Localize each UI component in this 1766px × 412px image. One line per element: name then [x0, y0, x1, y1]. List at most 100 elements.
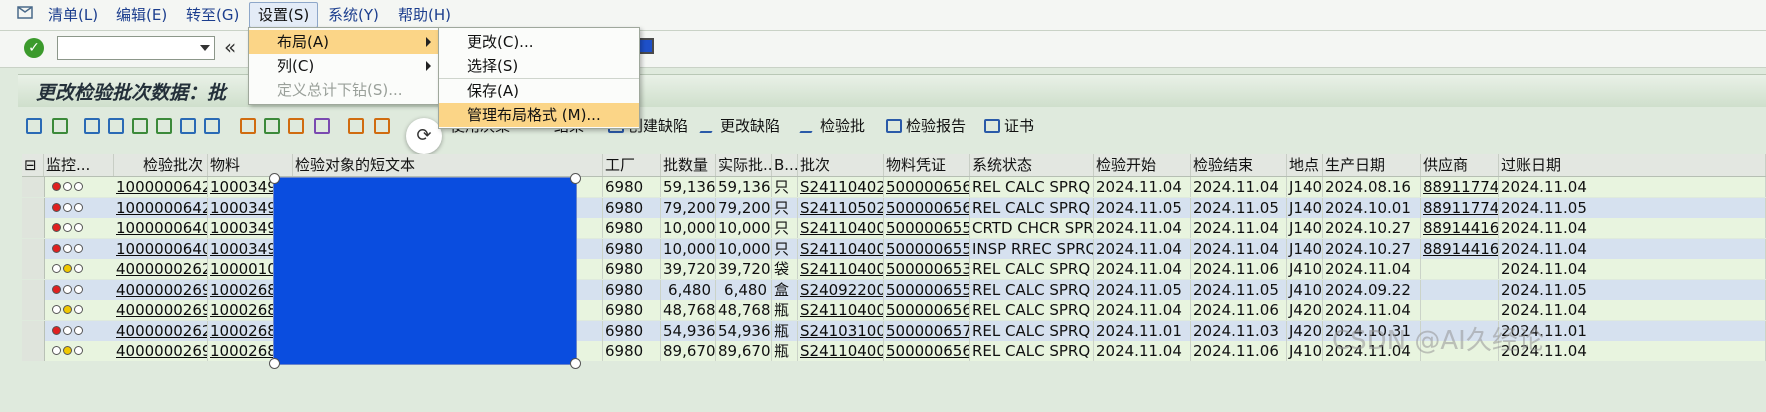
refresh-icon[interactable]: [52, 118, 68, 134]
cell-batch[interactable]: S241105028: [798, 197, 884, 218]
cell-lot[interactable]: 40000002626: [114, 259, 208, 279]
resize-handle[interactable]: [570, 173, 581, 184]
cell-batch[interactable]: S241104001: [798, 218, 884, 238]
inspection-lot-button[interactable]: 检验批: [799, 115, 865, 137]
cell-batch[interactable]: S241104002: [798, 300, 884, 320]
resize-handle[interactable]: [570, 358, 581, 369]
cell-lot[interactable]: 10000006404: [114, 238, 208, 259]
export-excel-icon[interactable]: [264, 118, 280, 134]
cell-vendor[interactable]: [1421, 300, 1499, 320]
cell-doc[interactable]: 5000006563: [884, 300, 970, 320]
column-header[interactable]: 物料凭证: [884, 154, 970, 176]
column-header[interactable]: 检验批次: [114, 154, 208, 176]
row-selector[interactable]: [22, 300, 45, 320]
column-header[interactable]: 工厂: [603, 154, 661, 176]
column-header[interactable]: B...: [772, 154, 798, 176]
menu-item-columns[interactable]: 列(C): [249, 54, 439, 78]
change-layout-icon[interactable]: [374, 118, 390, 134]
menu-item-save[interactable]: 保存(A): [439, 79, 639, 103]
menu-list[interactable]: 清单(L): [40, 3, 106, 27]
cell-doc[interactable]: 5000006553: [884, 218, 970, 238]
column-header[interactable]: 批次: [798, 154, 884, 176]
column-header[interactable]: 供应商: [1421, 154, 1499, 176]
column-header[interactable]: 检验开始: [1094, 154, 1191, 176]
column-header[interactable]: 检验结束: [1191, 154, 1287, 176]
cell-doc[interactable]: 5000006573: [884, 320, 970, 341]
row-selector[interactable]: [22, 341, 45, 361]
collapse-left-icon[interactable]: «: [224, 35, 236, 59]
cell-batch[interactable]: S240922004: [798, 279, 884, 300]
cell-doc[interactable]: 5000006561: [884, 341, 970, 361]
row-selector[interactable]: [22, 197, 45, 218]
inspection-report-button[interactable]: 检验报告: [886, 115, 966, 137]
cell-lot[interactable]: 10000006403: [114, 218, 208, 238]
command-input[interactable]: [62, 38, 196, 60]
cell-lot[interactable]: 10000006425: [114, 197, 208, 218]
cell-doc[interactable]: 5000006565: [884, 197, 970, 218]
app-menu-icon[interactable]: [16, 4, 36, 24]
cell-batch[interactable]: S241104003: [798, 341, 884, 361]
menu-system[interactable]: 系统(Y): [320, 3, 387, 27]
row-selector[interactable]: [22, 320, 45, 341]
chart-icon[interactable]: [240, 118, 256, 134]
menu-item-change[interactable]: 更改(C)...: [439, 30, 639, 54]
cell-vendor[interactable]: [1421, 279, 1499, 300]
column-header[interactable]: 检验对象的短文本: [293, 154, 603, 176]
menu-item-choose[interactable]: 选择(S): [439, 54, 639, 78]
menu-help[interactable]: 帮助(H): [390, 3, 459, 27]
wrench-icon[interactable]: [26, 118, 42, 134]
details-icon[interactable]: [84, 118, 100, 134]
enter-check-icon[interactable]: ✓: [24, 38, 44, 58]
command-dropdown-icon[interactable]: [200, 45, 210, 51]
menu-edit[interactable]: 编辑(E): [108, 3, 175, 27]
menu-settings[interactable]: 设置(S): [249, 2, 319, 28]
sort-ascending-icon[interactable]: [132, 118, 148, 134]
cell-vendor[interactable]: 889117743: [1421, 197, 1499, 218]
cell-batch[interactable]: S241104001: [798, 238, 884, 259]
column-header[interactable]: 监控...: [44, 154, 114, 176]
cell-lot[interactable]: 40000002691: [114, 279, 208, 300]
select-all-icon[interactable]: [108, 118, 124, 134]
row-selector[interactable]: [22, 238, 45, 259]
row-selector[interactable]: [22, 279, 45, 300]
column-header[interactable]: 实际批...: [716, 154, 772, 176]
mail-icon[interactable]: [288, 118, 304, 134]
menu-item-layout[interactable]: 布局(A): [249, 30, 439, 54]
cell-lot[interactable]: 10000006423: [114, 177, 208, 197]
cell-vendor[interactable]: [1421, 259, 1499, 279]
column-header[interactable]: 系统状态: [970, 154, 1094, 176]
resize-handle[interactable]: [269, 173, 280, 184]
cell-batch[interactable]: S241104027: [798, 177, 884, 197]
cell-doc[interactable]: 5000006539: [884, 259, 970, 279]
filter-icon[interactable]: [180, 118, 196, 134]
cell-lot[interactable]: 40000002693: [114, 300, 208, 320]
find-icon[interactable]: [204, 118, 220, 134]
column-header[interactable]: 物料: [208, 154, 293, 176]
cell-doc[interactable]: 5000006564: [884, 177, 970, 197]
row-selector[interactable]: [22, 218, 45, 238]
resize-handle[interactable]: [269, 358, 280, 369]
cell-lot[interactable]: 40000002627: [114, 320, 208, 341]
cell-doc[interactable]: 5000006553: [884, 238, 970, 259]
cell-vendor[interactable]: 889117745: [1421, 177, 1499, 197]
cell-vendor[interactable]: 889144165: [1421, 238, 1499, 259]
cell-vendor[interactable]: 889144165: [1421, 218, 1499, 238]
menu-goto[interactable]: 转至(G): [178, 3, 247, 27]
column-header[interactable]: 地点: [1287, 154, 1323, 176]
cell-doc[interactable]: 5000006559: [884, 279, 970, 300]
abc-analysis-icon[interactable]: [314, 118, 330, 134]
sort-descending-icon[interactable]: [156, 118, 172, 134]
column-header[interactable]: 生产日期: [1323, 154, 1421, 176]
layout-grid-icon[interactable]: [348, 118, 364, 134]
change-defect-button[interactable]: 更改缺陷: [699, 115, 780, 137]
row-selector[interactable]: [22, 259, 45, 279]
column-header[interactable]: 批数量: [661, 154, 716, 176]
row-selector[interactable]: [22, 177, 45, 197]
command-field[interactable]: [57, 36, 215, 60]
certificate-button[interactable]: 证书: [984, 115, 1034, 137]
cell-lot[interactable]: 40000002692: [114, 341, 208, 361]
cell-batch[interactable]: S241031002: [798, 320, 884, 341]
select-all-cell[interactable]: ⊟: [22, 154, 44, 176]
column-header[interactable]: 过账日期: [1499, 154, 1766, 176]
menu-item-manage-layouts[interactable]: 管理布局格式 (M)...: [439, 103, 639, 127]
